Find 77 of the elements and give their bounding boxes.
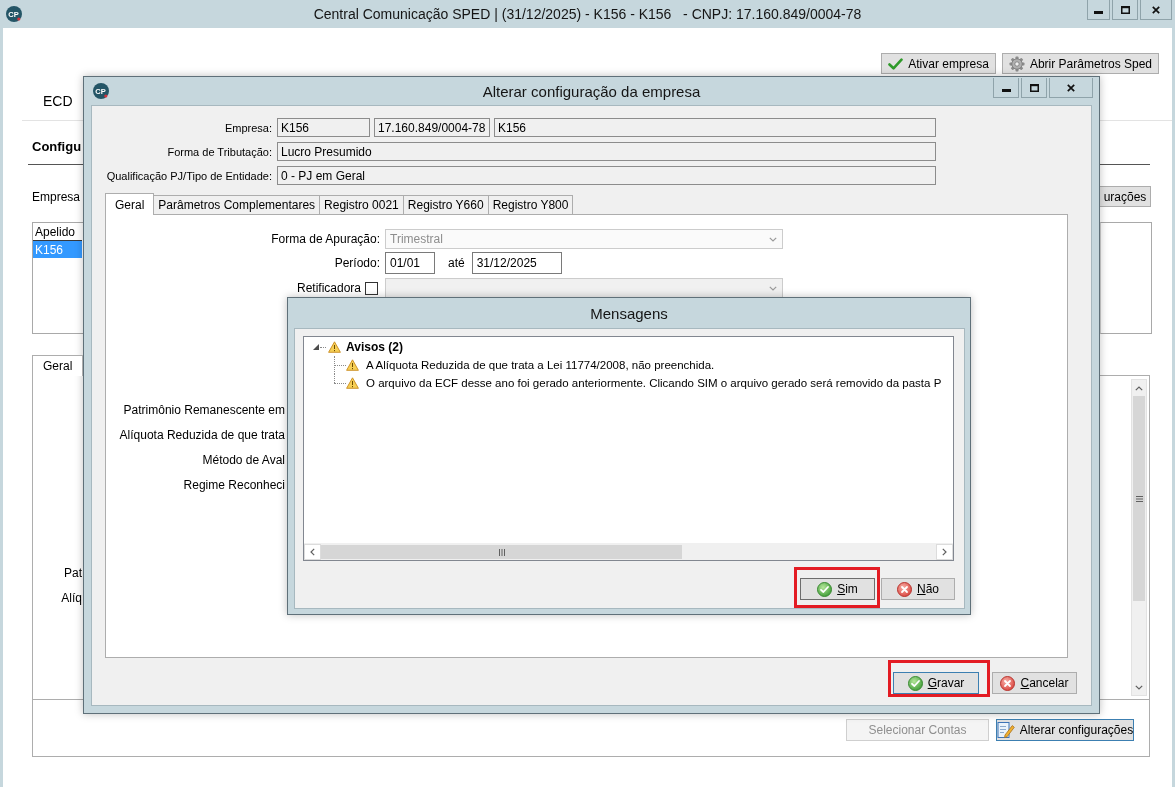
minimize-icon	[1094, 11, 1103, 14]
scrollbar-thumb[interactable]	[1133, 396, 1145, 601]
checkbox[interactable]	[365, 281, 378, 295]
pencil-document-icon	[996, 721, 1015, 739]
chevron-up-icon	[1135, 385, 1143, 391]
settings-button[interactable]: urações	[1099, 186, 1151, 207]
read-only-field[interactable]: 17.160.849/0004-78	[374, 118, 490, 137]
window-title: Central Comunicação SPED | (31/12/2025) - K156 - K156 - CNPJ: 17.160.849/0004-78	[313, 6, 862, 22]
read-only-field[interactable]: K156	[277, 118, 370, 137]
close-icon	[1067, 83, 1075, 92]
maximize-icon	[1029, 83, 1039, 92]
sped-parameters-button[interactable]: Abrir Parâmetros Sped	[1001, 53, 1159, 74]
close-button[interactable]	[1049, 78, 1093, 98]
gear-icon	[1008, 55, 1025, 72]
maximize-button[interactable]	[1021, 78, 1047, 98]
read-only-field[interactable]: Lucro Presumido	[277, 142, 936, 161]
tab[interactable]: Geral	[105, 193, 155, 215]
tab[interactable]: Registro 0021	[319, 195, 404, 214]
change-settings-button[interactable]: Alterar configurações	[996, 719, 1134, 741]
field-label: Patrimônio Remanescente em	[123, 402, 285, 419]
field-label: Pat	[64, 565, 82, 582]
tab[interactable]: Registro Y800	[487, 195, 574, 214]
date-input[interactable]: 31/12/2025	[471, 252, 562, 274]
check-circle-icon	[907, 675, 923, 691]
minimize-button[interactable]	[1087, 0, 1110, 20]
chevron-left-icon	[310, 548, 315, 556]
dialog-title: Alterar configuração da empresa	[482, 82, 701, 100]
cancel-button[interactable]: Cancelar	[992, 672, 1077, 694]
close-button[interactable]	[1140, 0, 1172, 20]
warning-icon	[346, 377, 359, 389]
field-label: Empresa:	[223, 121, 272, 134]
yes-button[interactable]: Sim	[800, 578, 875, 600]
chevron-down-icon	[1135, 684, 1143, 690]
field-label: Alíq	[61, 590, 82, 607]
date-input[interactable]: 01/01	[385, 252, 435, 274]
company-label: Empresa	[32, 189, 81, 204]
tab[interactable]: Registro Y660	[402, 195, 489, 214]
scrollbar-thumb[interactable]	[321, 545, 682, 559]
activate-company-button[interactable]: Ativar empresa	[881, 53, 996, 74]
x-circle-icon	[1000, 675, 1016, 691]
save-button[interactable]: Gravar	[893, 672, 979, 694]
tree-item[interactable]: Avisos (2)	[346, 340, 403, 354]
chevron-down-icon	[769, 236, 777, 242]
field-label: Alíquota Reduzida de que trata	[119, 427, 285, 444]
tree-item[interactable]: A Alíquota Reduzida de que trata a Lei 11774/2008, não preenchida.	[366, 359, 715, 371]
checkbox-label: Retificadora	[296, 281, 361, 295]
warning-icon	[346, 359, 359, 371]
tab[interactable]: Parâmetros Complementares	[153, 195, 321, 214]
field-label: Forma de Apuração:	[270, 232, 380, 246]
field-label: Período:	[333, 256, 380, 270]
chevron-right-icon	[942, 548, 947, 556]
range-label: até	[448, 256, 465, 270]
field-label: Método de Aval	[202, 452, 285, 469]
dialog-title: Mensagens	[590, 304, 668, 322]
field-label: Qualificação PJ/Tipo de Entidade:	[105, 169, 272, 182]
minimize-icon	[1001, 89, 1011, 92]
check-icon	[888, 57, 904, 70]
grip-icon	[498, 548, 505, 556]
maximize-button[interactable]	[1112, 0, 1138, 20]
chevron-down-icon	[769, 285, 777, 291]
close-icon	[1152, 5, 1160, 14]
minimize-button[interactable]	[993, 78, 1019, 98]
tab[interactable]: Geral	[32, 355, 84, 376]
field-label: Forma de Tributação:	[166, 145, 272, 158]
read-only-field[interactable]: K156	[494, 118, 936, 137]
x-circle-icon	[897, 581, 912, 597]
read-only-field[interactable]: 0 - PJ em Geral	[277, 166, 936, 185]
expander-triangle-icon[interactable]	[313, 344, 319, 350]
module-tab[interactable]: ECD	[43, 93, 73, 109]
warning-icon	[328, 341, 341, 353]
tree-item[interactable]: O arquivo da ECF desse ano foi gerado anteriormente. Clicando SIM o arquivo gerado será removido da pasta P	[366, 377, 942, 389]
maximize-icon	[1120, 5, 1130, 14]
field-label: Regime Reconheci	[183, 477, 285, 494]
check-circle-icon	[817, 581, 833, 597]
grip-icon	[1135, 495, 1143, 502]
no-button[interactable]: Não	[881, 578, 955, 600]
section-heading: Configu	[32, 138, 82, 156]
